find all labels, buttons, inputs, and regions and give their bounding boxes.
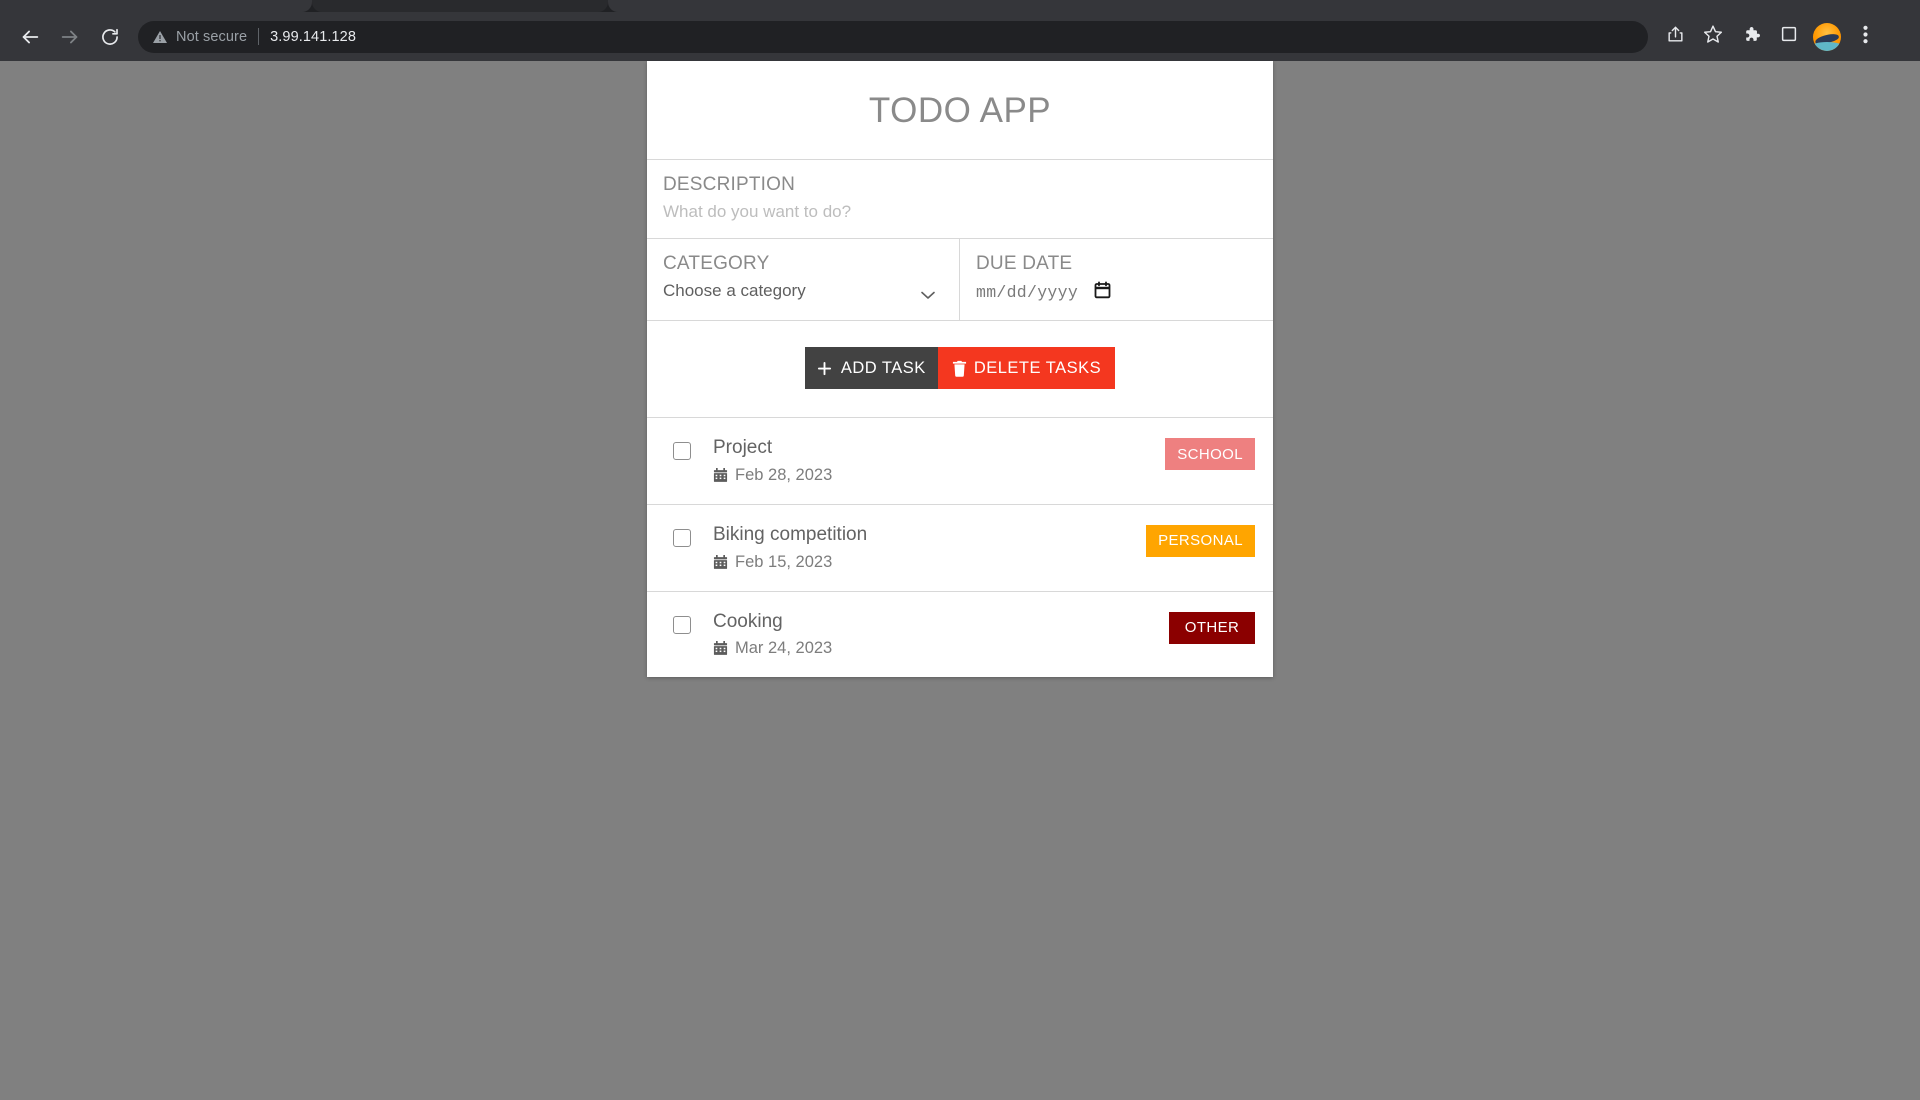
task-checkbox[interactable] xyxy=(673,615,691,634)
add-task-button[interactable]: ADD TASK xyxy=(804,347,938,389)
reload-icon xyxy=(100,27,120,47)
page-viewport: TODO APP DESCRIPTION CATEGORY Choose a c… xyxy=(0,61,1920,1100)
omnibox-separator xyxy=(258,28,260,45)
task-due-date: Feb 15, 2023 xyxy=(735,552,833,571)
due-date-field-block: DUE DATE mm/dd/yyyy xyxy=(960,239,1273,320)
browser-chrome: Not secure 3.99.141.128 xyxy=(0,0,1920,61)
forward-arrow-icon xyxy=(59,26,81,48)
todo-app-card: TODO APP DESCRIPTION CATEGORY Choose a c… xyxy=(647,61,1273,678)
description-input[interactable] xyxy=(663,202,1257,222)
category-select[interactable]: Choose a category xyxy=(663,281,943,301)
category-date-row: CATEGORY Choose a category DUE DATE mm/d… xyxy=(647,239,1273,321)
browser-toolbar: Not secure 3.99.141.128 xyxy=(0,12,1920,61)
due-date-placeholder: mm/dd/yyyy xyxy=(976,283,1079,302)
profile-button[interactable] xyxy=(1808,18,1846,56)
back-arrow-icon xyxy=(19,26,41,48)
description-field-block: DESCRIPTION xyxy=(647,160,1273,239)
reload-button[interactable] xyxy=(90,17,130,57)
bookmark-button[interactable] xyxy=(1694,18,1732,56)
tab-strip-left-area xyxy=(0,0,312,12)
tab-strip xyxy=(0,0,1920,12)
share-button[interactable] xyxy=(1656,18,1694,56)
extensions-button[interactable] xyxy=(1732,18,1770,56)
toolbar-icon-group xyxy=(1656,18,1884,56)
task-checkbox[interactable] xyxy=(673,442,691,460)
task-details: Biking competition Feb 15, 2023 xyxy=(713,523,1146,572)
app-header: TODO APP xyxy=(647,61,1273,160)
task-checkbox[interactable] xyxy=(673,528,691,547)
address-bar[interactable]: Not secure 3.99.141.128 xyxy=(138,20,1648,53)
task-date-line: Feb 15, 2023 xyxy=(713,553,1146,572)
task-title: Biking competition xyxy=(713,523,868,545)
share-icon xyxy=(1666,25,1685,49)
table-row: Biking competition Feb 15, 2023 PERSONAL xyxy=(647,505,1273,592)
plus-icon xyxy=(817,361,832,376)
task-details: Project Feb 28, 2023 xyxy=(713,436,1165,485)
trash-icon xyxy=(952,360,967,377)
side-panel-icon xyxy=(1780,25,1798,48)
calendar-icon xyxy=(713,467,728,483)
description-label: DESCRIPTION xyxy=(663,174,796,195)
delete-tasks-label: DELETE TASKS xyxy=(973,358,1102,377)
task-title: Project xyxy=(713,437,773,458)
category-field-block: CATEGORY Choose a category xyxy=(647,239,960,320)
back-button[interactable] xyxy=(10,17,50,57)
url-text: 3.99.141.128 xyxy=(270,28,356,45)
table-row: Project Feb 28, 2023 SCHOOL xyxy=(647,418,1273,505)
due-date-label: DUE DATE xyxy=(976,253,1073,274)
task-details: Cooking Mar 24, 2023 xyxy=(713,610,1169,659)
table-row: Cooking Mar 24, 2023 OTHER xyxy=(647,592,1273,678)
calendar-icon xyxy=(713,641,728,656)
side-panel-button[interactable] xyxy=(1770,18,1808,56)
tab-strip-right-area xyxy=(608,0,1920,12)
profile-avatar-icon xyxy=(1813,22,1841,51)
task-date-line: Feb 28, 2023 xyxy=(713,466,1165,485)
status-badge[interactable]: PERSONAL xyxy=(1146,524,1255,557)
extensions-puzzle-icon xyxy=(1742,25,1761,49)
browser-tab-active[interactable] xyxy=(312,0,608,12)
warning-triangle-icon xyxy=(152,29,168,45)
bookmark-star-icon xyxy=(1703,24,1723,49)
status-badge[interactable]: SCHOOL xyxy=(1165,438,1255,470)
security-status-label: Not secure xyxy=(176,28,248,45)
task-list: Project Feb 28, 2023 SCHOOL Biking compe… xyxy=(647,418,1273,677)
add-task-label: ADD TASK xyxy=(840,358,926,377)
action-buttons-block: ADD TASK DELETE TASKS xyxy=(647,321,1273,418)
task-due-date: Mar 24, 2023 xyxy=(735,639,833,658)
task-date-line: Mar 24, 2023 xyxy=(713,639,1169,658)
task-title: Cooking xyxy=(713,610,783,632)
three-dot-menu-icon xyxy=(1862,25,1868,49)
calendar-icon xyxy=(713,554,728,570)
delete-tasks-button[interactable]: DELETE TASKS xyxy=(937,347,1116,389)
status-badge[interactable]: OTHER xyxy=(1169,611,1255,644)
calendar-picker-icon[interactable] xyxy=(1094,281,1111,304)
browser-menu-button[interactable] xyxy=(1846,18,1884,56)
due-date-input[interactable]: mm/dd/yyyy xyxy=(976,281,1257,304)
chevron-down-icon xyxy=(921,287,935,299)
forward-button[interactable] xyxy=(50,17,90,57)
page-title: TODO APP xyxy=(868,91,1052,130)
task-due-date: Feb 28, 2023 xyxy=(735,465,833,484)
category-selected-value: Choose a category xyxy=(663,281,806,300)
category-label: CATEGORY xyxy=(663,253,770,274)
